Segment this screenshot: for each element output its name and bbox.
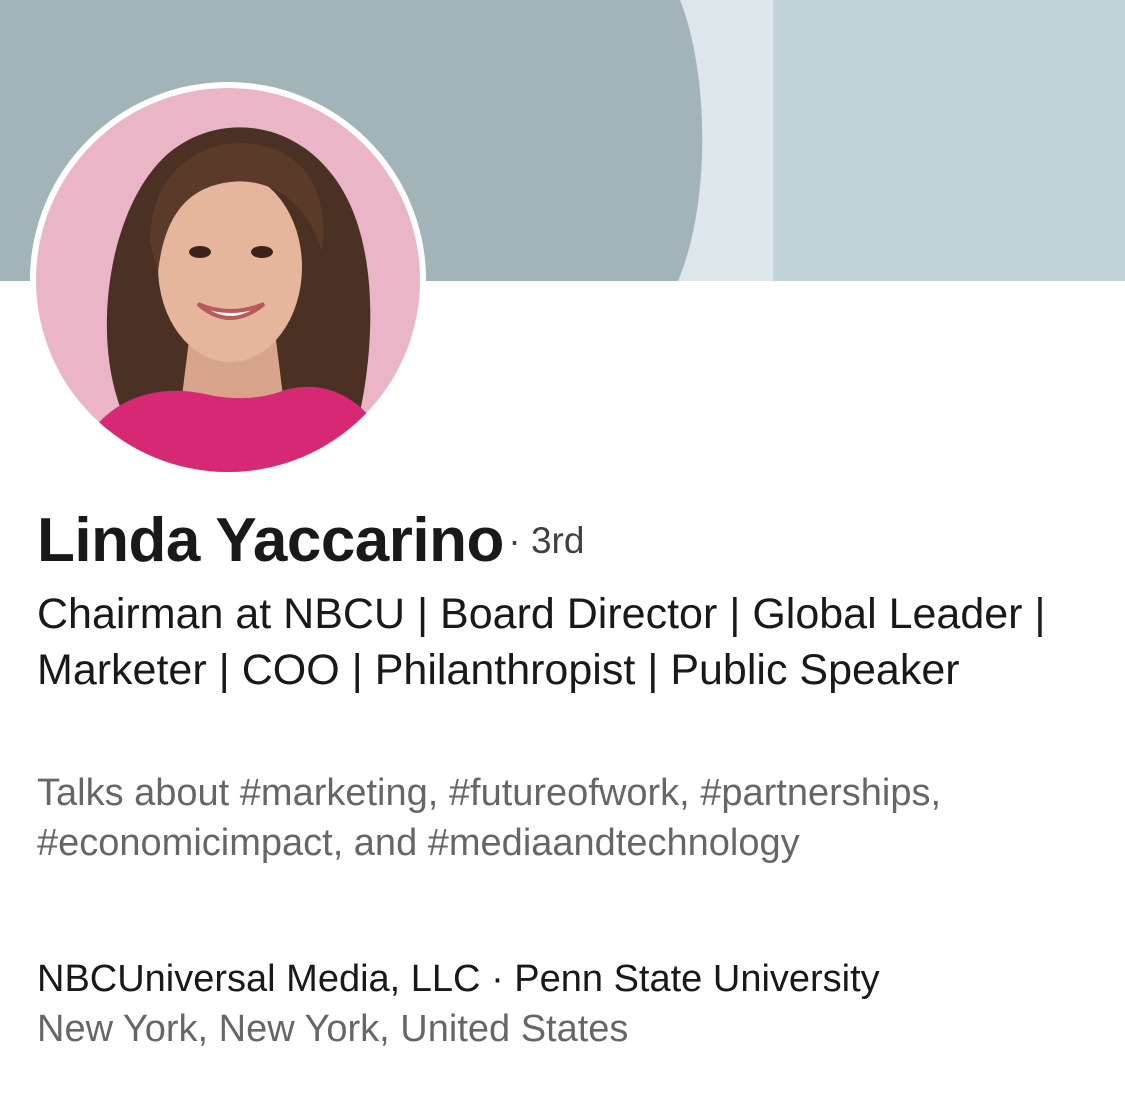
- profile-photo-image: [30, 82, 426, 478]
- profile-name: Linda Yaccarino: [37, 506, 504, 575]
- profile-photo[interactable]: [30, 82, 426, 478]
- profile-headline: Chairman at NBCU | Board Director | Glob…: [37, 590, 1046, 694]
- current-company[interactable]: NBCUniversal Media, LLC: [37, 958, 481, 1000]
- profile-location: New York, New York, United States: [37, 1008, 629, 1050]
- separator-dot: ·: [491, 958, 504, 1000]
- name-row: Linda Yaccarino · 3rd: [37, 505, 584, 576]
- company-education-row: NBCUniversal Media, LLC · Penn State Uni…: [37, 954, 880, 1004]
- education[interactable]: Penn State University: [514, 958, 879, 1000]
- talks-about: Talks about #marketing, #futureofwork, #…: [37, 772, 942, 864]
- profile-page: Linda Yaccarino · 3rd Chairman at NBCU |…: [0, 0, 1125, 1096]
- connection-degree: · 3rd: [508, 520, 585, 561]
